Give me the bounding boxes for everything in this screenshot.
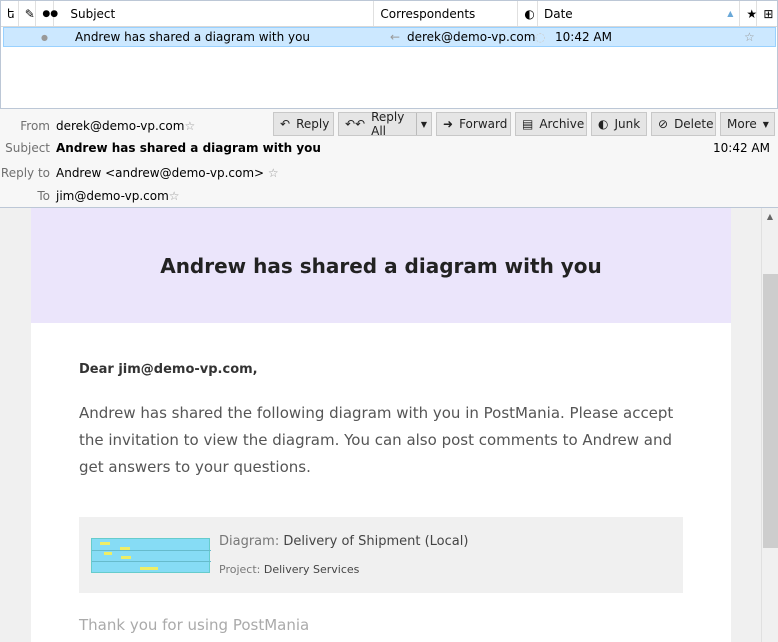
star-icon[interactable]: ☆ bbox=[744, 30, 755, 44]
reply-button[interactable]: ↶ Reply bbox=[273, 112, 334, 136]
star-icon[interactable]: ☆ bbox=[268, 166, 279, 180]
reply-all-icon: ↶↶ bbox=[345, 117, 366, 131]
junk-column-icon[interactable]: ◐ bbox=[518, 1, 538, 26]
project-name: Delivery Services bbox=[263, 563, 360, 576]
junk-status-icon: ◌ bbox=[535, 30, 546, 44]
message-list: ե ✎ ●● Subject Correspondents ◐ Date ▲ ★ … bbox=[0, 0, 778, 108]
star-icon[interactable]: ☆ bbox=[184, 119, 195, 133]
replied-icon: ← bbox=[390, 30, 401, 44]
junk-label: Junk bbox=[614, 117, 641, 131]
forward-label: Forward bbox=[459, 117, 508, 131]
column-correspondents[interactable]: Correspondents bbox=[374, 1, 519, 26]
project-info: Project: Delivery Services bbox=[219, 563, 359, 576]
starred-column-icon[interactable]: ★ bbox=[740, 1, 758, 26]
from-value[interactable]: derek@demo-vp.com☆ bbox=[56, 119, 195, 133]
row-correspondent: derek@demo-vp.com bbox=[407, 30, 536, 44]
reply-all-label: Reply All bbox=[371, 110, 405, 138]
project-label: Project: bbox=[219, 563, 261, 576]
reply-label: Reply bbox=[296, 117, 330, 131]
archive-icon: ▤ bbox=[522, 117, 534, 131]
reply-icon: ↶ bbox=[280, 117, 291, 131]
column-subject[interactable]: Subject bbox=[54, 1, 375, 26]
delete-label: Delete bbox=[674, 117, 714, 131]
greeting: Dear jim@demo-vp.com, bbox=[79, 362, 258, 377]
to-address: jim@demo-vp.com bbox=[56, 189, 169, 203]
diagram-card[interactable]: Diagram: Delivery of Shipment (Local) Pr… bbox=[79, 517, 683, 593]
read-column-icon[interactable]: ●● bbox=[36, 1, 58, 26]
diagram-thumbnail[interactable] bbox=[91, 538, 211, 573]
header-date: 10:42 AM bbox=[713, 141, 770, 155]
column-picker-icon[interactable]: ⊞ bbox=[757, 1, 777, 26]
replyto-value[interactable]: Andrew <andrew@demo-vp.com> ☆ bbox=[56, 166, 279, 180]
email-card: Andrew has shared a diagram with you Dea… bbox=[31, 208, 731, 642]
message-header: From derek@demo-vp.com☆ Subject Andrew h… bbox=[0, 108, 778, 208]
email-title: Andrew has shared a diagram with you bbox=[31, 208, 731, 323]
to-label: To bbox=[37, 189, 50, 203]
diagram-info[interactable]: Diagram: Delivery of Shipment (Local) bbox=[219, 534, 468, 549]
delete-button[interactable]: ⊘ Delete bbox=[651, 112, 716, 136]
chevron-down-icon: ▼ bbox=[762, 119, 769, 129]
subject-value: Andrew has shared a diagram with you bbox=[56, 141, 321, 155]
forward-icon: ➜ bbox=[443, 117, 454, 131]
body-scrollbar[interactable]: ▲ bbox=[761, 208, 778, 642]
footer-text: Thank you for using PostMania bbox=[79, 616, 310, 634]
delete-icon: ⊘ bbox=[658, 117, 669, 131]
message-row[interactable]: ● Andrew has shared a diagram with you ←… bbox=[3, 27, 776, 47]
body-paragraph: Andrew has shared the following diagram … bbox=[79, 404, 674, 476]
read-status-icon: ● bbox=[41, 32, 48, 42]
archive-label: Archive bbox=[539, 117, 585, 131]
more-label: More bbox=[727, 117, 757, 131]
row-date: 10:42 AM bbox=[555, 30, 612, 44]
diagram-name: Delivery of Shipment (Local) bbox=[283, 534, 469, 549]
from-address: derek@demo-vp.com bbox=[56, 119, 185, 133]
star-icon[interactable]: ☆ bbox=[169, 189, 180, 203]
scrollbar-thumb[interactable] bbox=[763, 274, 778, 548]
attachment-column-icon[interactable]: ✎ bbox=[19, 1, 37, 26]
from-label: From bbox=[20, 119, 50, 133]
replyto-address: Andrew <andrew@demo-vp.com> bbox=[56, 166, 265, 180]
reply-all-dropdown-icon[interactable]: ▼ bbox=[415, 113, 431, 135]
junk-icon: ◐ bbox=[598, 117, 609, 131]
forward-button[interactable]: ➜ Forward bbox=[436, 112, 511, 136]
subject-label: Subject bbox=[5, 141, 50, 155]
diagram-label: Diagram: bbox=[219, 534, 280, 549]
scroll-up-icon[interactable]: ▲ bbox=[762, 212, 778, 221]
to-value[interactable]: jim@demo-vp.com☆ bbox=[56, 189, 180, 203]
sort-ascending-icon: ▲ bbox=[727, 9, 734, 18]
reply-all-button[interactable]: ↶↶ Reply All ▼ bbox=[338, 110, 432, 138]
column-date[interactable]: Date ▲ bbox=[538, 1, 741, 26]
row-subject: Andrew has shared a diagram with you bbox=[75, 30, 311, 44]
list-header: ե ✎ ●● Subject Correspondents ◐ Date ▲ ★ … bbox=[1, 1, 777, 27]
replyto-label: Reply to bbox=[0, 166, 50, 180]
junk-button[interactable]: ◐ Junk bbox=[591, 112, 647, 136]
column-date-label: Date bbox=[544, 6, 573, 21]
message-body: Andrew has shared a diagram with you Dea… bbox=[0, 208, 761, 642]
more-button[interactable]: More ▼ bbox=[720, 112, 775, 136]
thread-column-icon[interactable]: ե bbox=[1, 1, 19, 26]
archive-button[interactable]: ▤ Archive bbox=[515, 112, 587, 136]
